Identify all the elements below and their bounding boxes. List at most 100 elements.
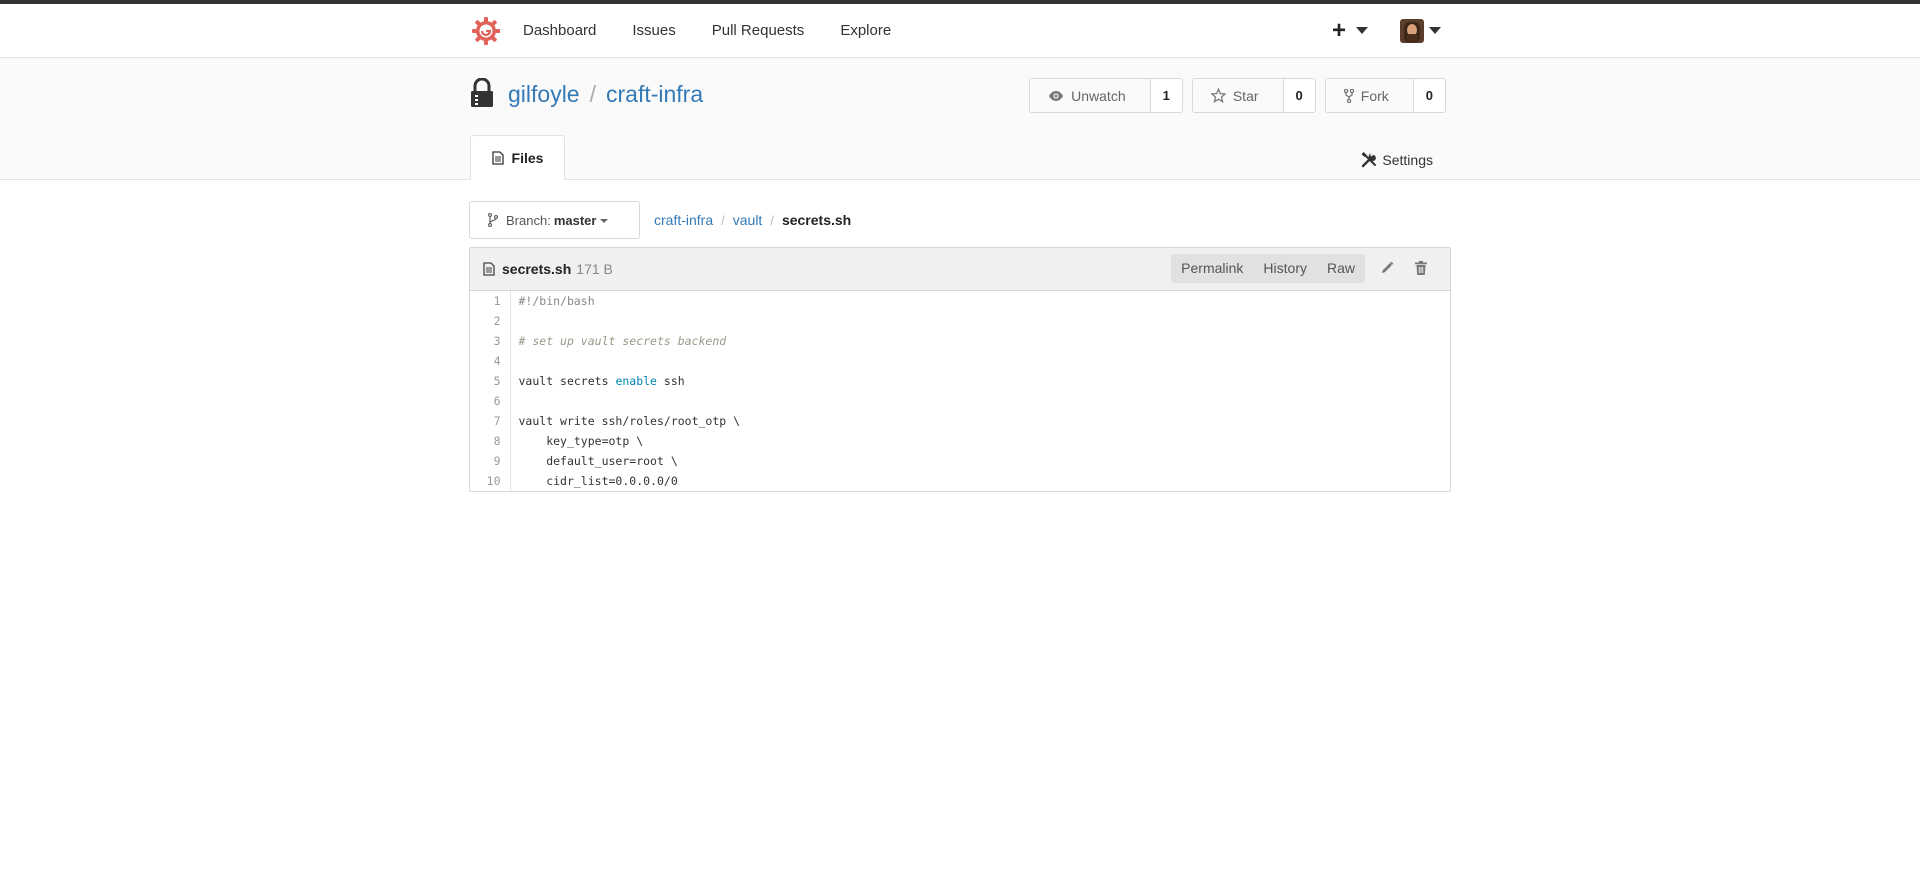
- breadcrumb-current: secrets.sh: [781, 212, 852, 228]
- line-code: [510, 351, 1450, 371]
- avatar: [1400, 18, 1424, 43]
- breadcrumb-root[interactable]: craft-infra: [654, 212, 713, 228]
- file-actions: Permalink History Raw: [1171, 254, 1365, 283]
- gitea-logo-icon[interactable]: [471, 16, 501, 46]
- unwatch-button[interactable]: Unwatch: [1030, 79, 1151, 112]
- star-icon: [1210, 88, 1226, 103]
- code-line: 10 cidr_list=0.0.0.0/0: [470, 471, 1450, 491]
- nav-pull-requests[interactable]: Pull Requests: [712, 4, 805, 57]
- line-code: default_user=root \: [510, 451, 1450, 471]
- header-right: +: [1332, 4, 1450, 57]
- tab-files-label: Files: [511, 149, 544, 166]
- line-code: [510, 391, 1450, 411]
- code-token: vault secrets: [518, 374, 616, 388]
- fork-button-group: Fork 0: [1324, 78, 1446, 113]
- line-code: # set up vault secrets backend: [510, 331, 1450, 351]
- repo-buttons: Unwatch 1 Star 0 Fork 0: [1020, 78, 1446, 113]
- tab-settings[interactable]: Settings: [1361, 152, 1433, 168]
- code-line: 1 #!/bin/bash: [470, 291, 1450, 311]
- user-menu[interactable]: [1400, 18, 1441, 43]
- star-button[interactable]: Star: [1192, 79, 1284, 112]
- fork-button[interactable]: Fork: [1325, 79, 1414, 112]
- repo-header: gilfoyle / craft-infra Unwatch 1 Star 0 …: [0, 58, 1920, 180]
- chevron-down-icon: [600, 219, 609, 223]
- file-viewer: secrets.sh 171 B Permalink History Raw 1…: [469, 247, 1451, 492]
- chevron-down-icon: [1429, 27, 1441, 34]
- code-token: cidr_list=0.0.0.0/0: [518, 474, 678, 488]
- line-number[interactable]: 3: [470, 331, 511, 351]
- tools-icon: [1361, 152, 1377, 168]
- watchers-count[interactable]: 1: [1151, 79, 1182, 112]
- git-branch-icon: [488, 213, 498, 227]
- file-size: 171 B: [576, 261, 613, 277]
- tab-settings-label: Settings: [1382, 152, 1433, 168]
- fork-label: Fork: [1360, 87, 1389, 104]
- branch-selector-button[interactable]: Branch: master: [469, 201, 640, 239]
- repo-name-link[interactable]: craft-infra: [606, 81, 703, 108]
- nav-dashboard[interactable]: Dashboard: [523, 4, 596, 57]
- permalink-button[interactable]: Permalink: [1171, 254, 1253, 283]
- code-line: 3 # set up vault secrets backend: [470, 331, 1450, 351]
- top-header: Dashboard Issues Pull Requests Explore +: [0, 4, 1920, 58]
- create-new-menu[interactable]: +: [1331, 16, 1368, 44]
- code-line: 9 default_user=root \: [470, 451, 1450, 471]
- breadcrumb: craft-infra / vault / secrets.sh: [654, 212, 851, 228]
- plus-icon: +: [1331, 16, 1346, 44]
- code-token: default_user=root \: [518, 454, 678, 468]
- star-button-group: Star 0: [1191, 78, 1316, 113]
- stars-count[interactable]: 0: [1284, 79, 1315, 112]
- star-label: Star: [1232, 87, 1259, 104]
- line-code: vault secrets enable ssh: [510, 371, 1450, 391]
- breadcrumb-separator: /: [770, 212, 774, 228]
- line-number[interactable]: 9: [470, 451, 511, 471]
- line-code: cidr_list=0.0.0.0/0: [510, 471, 1450, 491]
- file-header: secrets.sh 171 B Permalink History Raw: [470, 248, 1450, 291]
- watch-button-group: Unwatch 1: [1029, 78, 1183, 113]
- tab-files[interactable]: Files: [470, 135, 565, 180]
- code-token: #!/bin/bash: [518, 294, 595, 308]
- line-code: [510, 311, 1450, 331]
- line-number[interactable]: 2: [470, 311, 511, 331]
- fork-icon: [1343, 88, 1354, 103]
- code-token: vault write ssh/roles/root_otp \: [518, 414, 741, 428]
- repo-separator: /: [589, 80, 596, 107]
- code-line: 6: [470, 391, 1450, 411]
- line-number[interactable]: 10: [470, 471, 511, 491]
- file-code-icon: [491, 150, 504, 165]
- line-number[interactable]: 4: [470, 351, 511, 371]
- code-line: 8 key_type=otp \: [470, 431, 1450, 451]
- line-number[interactable]: 7: [470, 411, 511, 431]
- history-button[interactable]: History: [1253, 254, 1317, 283]
- raw-button[interactable]: Raw: [1317, 254, 1365, 283]
- nav-explore[interactable]: Explore: [840, 4, 891, 57]
- line-number[interactable]: 8: [470, 431, 511, 451]
- main-content: Branch: master craft-infra / vault / sec…: [469, 200, 1451, 492]
- line-number[interactable]: 6: [470, 391, 511, 411]
- nav-issues[interactable]: Issues: [632, 4, 675, 57]
- line-number[interactable]: 5: [470, 371, 511, 391]
- code-token: # set up vault secrets backend: [518, 334, 727, 348]
- code-token: enable: [615, 374, 657, 388]
- lock-icon: [470, 77, 494, 108]
- breadcrumb-dir[interactable]: vault: [733, 212, 763, 228]
- chevron-down-icon: [1356, 27, 1368, 34]
- line-code: #!/bin/bash: [510, 291, 1450, 311]
- eye-icon: [1049, 90, 1064, 101]
- file-text-icon: [483, 262, 495, 276]
- branch-prefix: Branch:: [506, 212, 551, 228]
- file-name: secrets.sh: [502, 261, 572, 277]
- repo-owner-link[interactable]: gilfoyle: [508, 81, 580, 108]
- code-line: 5 vault secrets enable ssh: [470, 371, 1450, 391]
- line-number[interactable]: 1: [470, 291, 511, 311]
- code-token: ssh: [656, 374, 685, 388]
- file-nav: Branch: master craft-infra / vault / sec…: [469, 200, 1451, 240]
- repo-title: gilfoyle / craft-infra: [470, 77, 703, 108]
- code-line: 7 vault write ssh/roles/root_otp \: [470, 411, 1450, 431]
- code-view: 1 #!/bin/bash 2 3 # set up vault secrets bac…: [470, 291, 1450, 491]
- forks-count[interactable]: 0: [1414, 79, 1445, 112]
- code-line: 2: [470, 311, 1450, 331]
- pencil-icon[interactable]: [1379, 260, 1395, 279]
- trash-icon[interactable]: [1414, 260, 1428, 279]
- line-code: vault write ssh/roles/root_otp \: [510, 411, 1450, 431]
- unwatch-label: Unwatch: [1071, 87, 1126, 104]
